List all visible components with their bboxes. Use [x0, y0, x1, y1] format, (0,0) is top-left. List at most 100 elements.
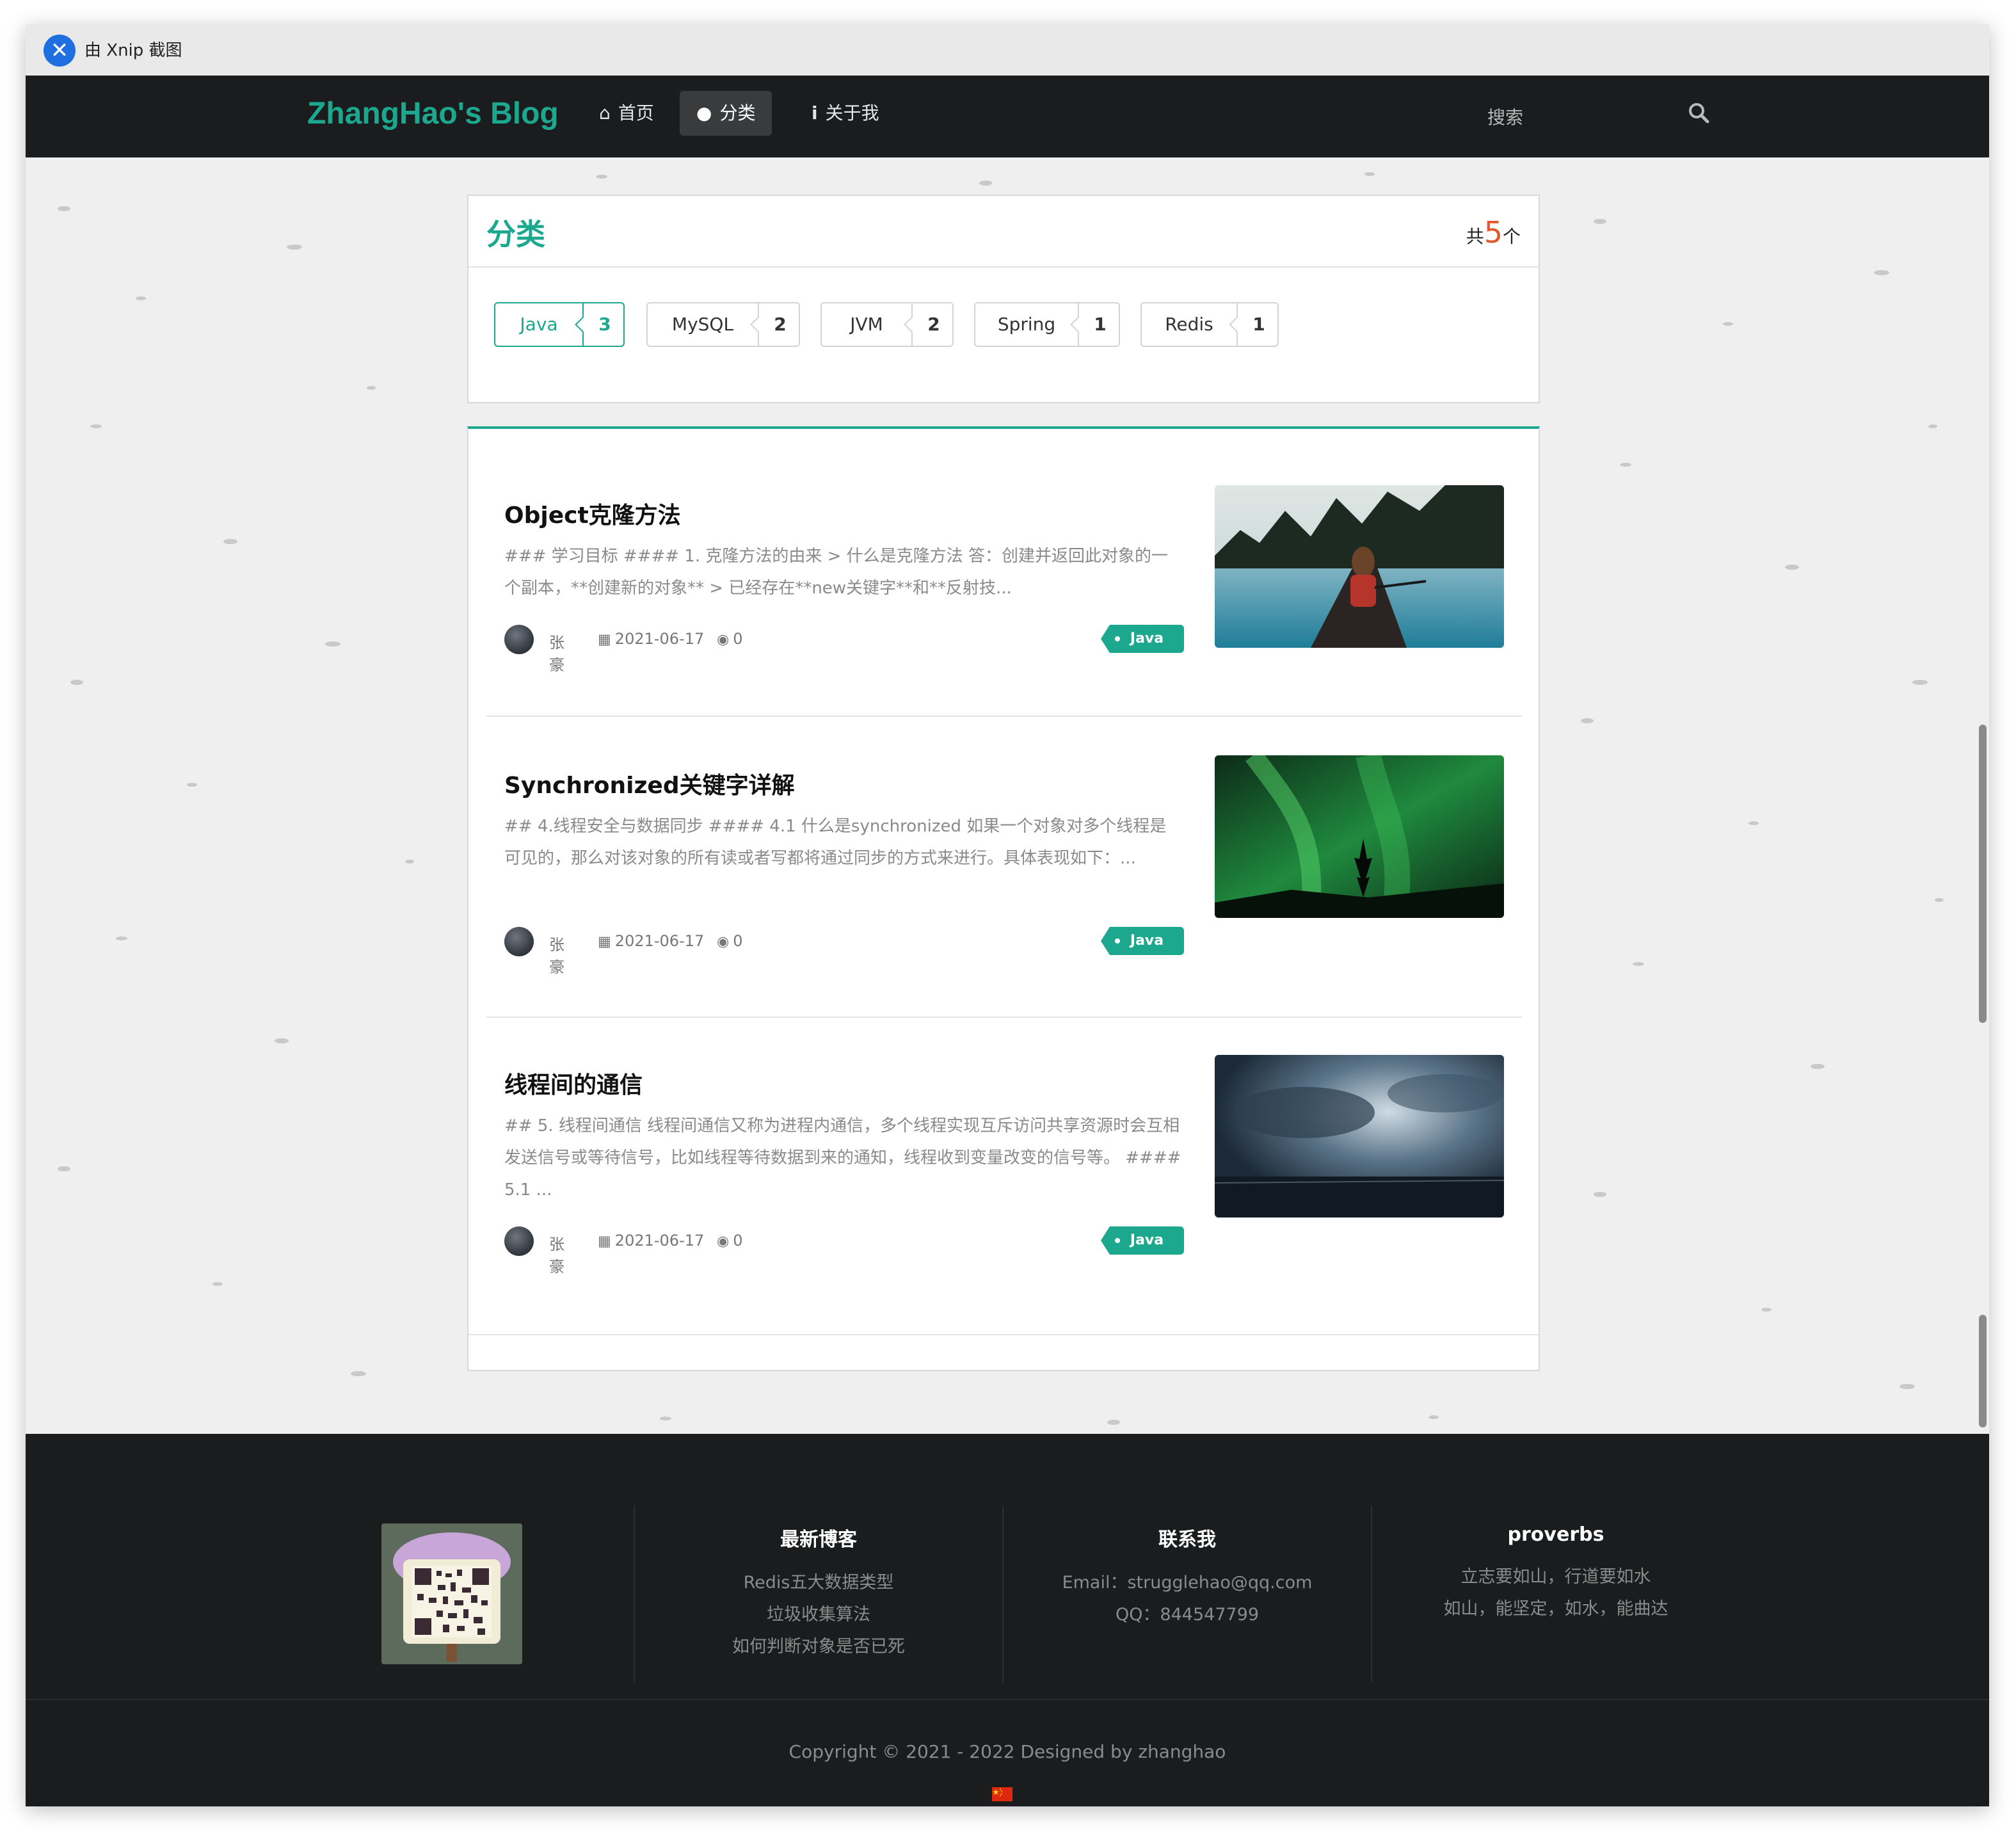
china-flag-icon: [992, 1787, 1012, 1801]
footer-latest-link[interactable]: 如何判断对象是否已死: [635, 1631, 1002, 1663]
category-label-count: 3: [582, 303, 626, 346]
calendar-icon: ▦: [598, 934, 611, 950]
qr-code-image: [381, 1523, 522, 1664]
eye-icon: ◉: [717, 632, 730, 648]
page-scrollbar-thumb[interactable]: [1979, 725, 1987, 1023]
post-item[interactable]: Synchronized关键字详解 ## 4.线程安全与数据同步 #### 4.…: [486, 755, 1522, 1036]
category-label-name: MySQL: [671, 314, 734, 335]
footer-latest-link[interactable]: 垃圾收集算法: [635, 1599, 1002, 1631]
footer-proverbs: proverbs 立志要如山，行道要如水 如山，能坚定，如水，能曲达: [1371, 1506, 1740, 1682]
footer-proverbs-title: proverbs: [1507, 1523, 1604, 1546]
post-thumbnail-storm[interactable]: [1215, 1055, 1504, 1217]
category-total-number: 5: [1484, 215, 1503, 250]
footer-latest-link[interactable]: Redis五大数据类型: [635, 1567, 1002, 1599]
footer-divider: [26, 1699, 1989, 1700]
post-excerpt: ## 5. 线程间通信 线程间通信又称为进程内通信，多个线程实现互斥访问共享资源…: [504, 1116, 1181, 1200]
footer-contact-title: 联系我: [1158, 1529, 1216, 1551]
post-date: 2021-06-17: [614, 1232, 705, 1249]
category-label-name: Redis: [1165, 314, 1213, 335]
post-author: 张豪: [549, 634, 564, 674]
eye-icon: ◉: [717, 934, 730, 950]
nav-home-label: 首页: [618, 102, 654, 124]
titlebar-text: 由 Xnip 截图: [84, 41, 182, 60]
post-tag[interactable]: Java: [1101, 927, 1184, 955]
category-label-name: JVM: [850, 314, 883, 335]
footer-copyright: Copyright © 2021 - 2022 Designed by zhan…: [788, 1741, 1226, 1762]
secondary-scrollbar-thumb[interactable]: [1979, 1315, 1987, 1427]
post-author: 张豪: [549, 1235, 564, 1276]
post-views: 0: [733, 1232, 743, 1249]
post-item[interactable]: 线程间的通信 ## 5. 线程间通信 线程间通信又称为进程内通信，多个线程实现互…: [486, 1055, 1522, 1335]
post-views: 0: [733, 630, 743, 648]
post-title[interactable]: Object克隆方法: [504, 497, 681, 530]
avatar: [504, 1226, 534, 1256]
category-label-name: Spring: [997, 314, 1056, 335]
category-label-jvm[interactable]: JVM 2: [820, 302, 954, 347]
post-excerpt: ## 4.线程安全与数据同步 #### 4.1 什么是synchronized …: [504, 817, 1167, 868]
category-label-redis[interactable]: Redis 1: [1140, 302, 1279, 347]
category-label-count: 1: [1236, 303, 1280, 346]
post-divider: [486, 716, 1522, 717]
footer-latest-title: 最新博客: [780, 1529, 857, 1551]
post-thumbnail-lake[interactable]: [1215, 485, 1504, 648]
top-navbar: ZhangHao's Blog ⌂ 首页 ● 分类 i 关于我 搜索: [26, 76, 1989, 157]
post-tag[interactable]: Java: [1101, 625, 1184, 653]
post-date-wrap: ▦ 2021-06-17: [598, 1232, 704, 1249]
category-label-spring[interactable]: Spring 1: [974, 302, 1120, 347]
post-list-panel: Object克隆方法 ### 学习目标 #### 1. 克隆方法的由来 > 什么…: [467, 426, 1540, 1371]
calendar-icon: ▦: [598, 632, 611, 648]
category-label-name: Java: [520, 314, 558, 335]
post-tag[interactable]: Java: [1101, 1226, 1184, 1255]
search-icon[interactable]: [1687, 101, 1713, 127]
post-views-wrap: ◉ 0: [717, 1232, 742, 1249]
category-label-count: 2: [758, 303, 801, 346]
post-date: 2021-06-17: [614, 630, 705, 648]
nav-about-label: 关于我: [825, 102, 879, 124]
lightbulb-icon: ●: [696, 102, 712, 124]
post-list-footer-divider: [468, 1334, 1539, 1335]
footer-contact-email: Email：strugglehao@qq.com: [1062, 1573, 1313, 1593]
home-icon: ⌂: [599, 102, 611, 124]
category-label-java[interactable]: Java 3: [494, 302, 625, 347]
category-label-count: 1: [1078, 303, 1121, 346]
nav-category-label: 分类: [719, 102, 756, 124]
avatar: [504, 625, 534, 654]
calendar-icon: ▦: [598, 1233, 611, 1249]
post-tag-label: Java: [1130, 1232, 1164, 1248]
post-title[interactable]: Synchronized关键字详解: [504, 767, 795, 800]
nav-category[interactable]: ● 分类: [680, 91, 772, 136]
footer-latest-posts: 最新博客 Redis五大数据类型 垃圾收集算法 如何判断对象是否已死: [634, 1506, 1002, 1682]
post-item[interactable]: Object克隆方法 ### 学习目标 #### 1. 克隆方法的由来 > 什么…: [486, 485, 1522, 766]
post-excerpt: ### 学习目标 #### 1. 克隆方法的由来 > 什么是克隆方法 答：创建并…: [504, 547, 1168, 598]
category-total-suffix: 个: [1502, 226, 1521, 247]
post-views: 0: [733, 932, 743, 950]
post-tag-label: Java: [1130, 631, 1164, 647]
category-total: 共5个: [1466, 215, 1521, 250]
footer-proverb-line: 如山，能坚定，如水，能曲达: [1443, 1599, 1668, 1619]
category-total-prefix: 共: [1466, 226, 1484, 247]
post-views-wrap: ◉ 0: [717, 630, 742, 648]
site-brand[interactable]: ZhangHao's Blog: [307, 96, 559, 131]
footer-contact-qq: QQ：844547799: [1115, 1605, 1260, 1625]
post-date: 2021-06-17: [614, 932, 705, 950]
post-tag-label: Java: [1130, 933, 1164, 949]
category-panel: 分类 共5个 Java 3 MySQL 2 JVM 2 Spring 1 Red…: [467, 195, 1540, 403]
site-footer: 最新博客 Redis五大数据类型 垃圾收集算法 如何判断对象是否已死 联系我 E…: [26, 1434, 1989, 1806]
post-author: 张豪: [549, 936, 564, 976]
post-date-wrap: ▦ 2021-06-17: [598, 630, 704, 648]
category-panel-header: 分类 共5个: [468, 196, 1539, 268]
category-label-mysql[interactable]: MySQL 2: [646, 302, 800, 347]
post-thumbnail-aurora[interactable]: [1215, 755, 1504, 918]
nav-home[interactable]: ⌂ 首页: [582, 91, 671, 136]
post-date-wrap: ▦ 2021-06-17: [598, 932, 704, 950]
footer-proverb-line: 立志要如山，行道要如水: [1460, 1567, 1651, 1587]
screenshot-titlebar: ✕ 由 Xnip 截图: [26, 24, 1989, 76]
post-views-wrap: ◉ 0: [717, 932, 742, 950]
info-icon: i: [812, 102, 818, 124]
category-label-count: 2: [911, 303, 955, 346]
nav-about[interactable]: i 关于我: [795, 91, 896, 136]
footer-contact: 联系我 Email：strugglehao@qq.com QQ：84454779…: [1002, 1506, 1371, 1682]
eye-icon: ◉: [717, 1233, 730, 1249]
post-title[interactable]: 线程间的通信: [504, 1066, 643, 1100]
search-input[interactable]: 搜索: [1487, 104, 1523, 129]
